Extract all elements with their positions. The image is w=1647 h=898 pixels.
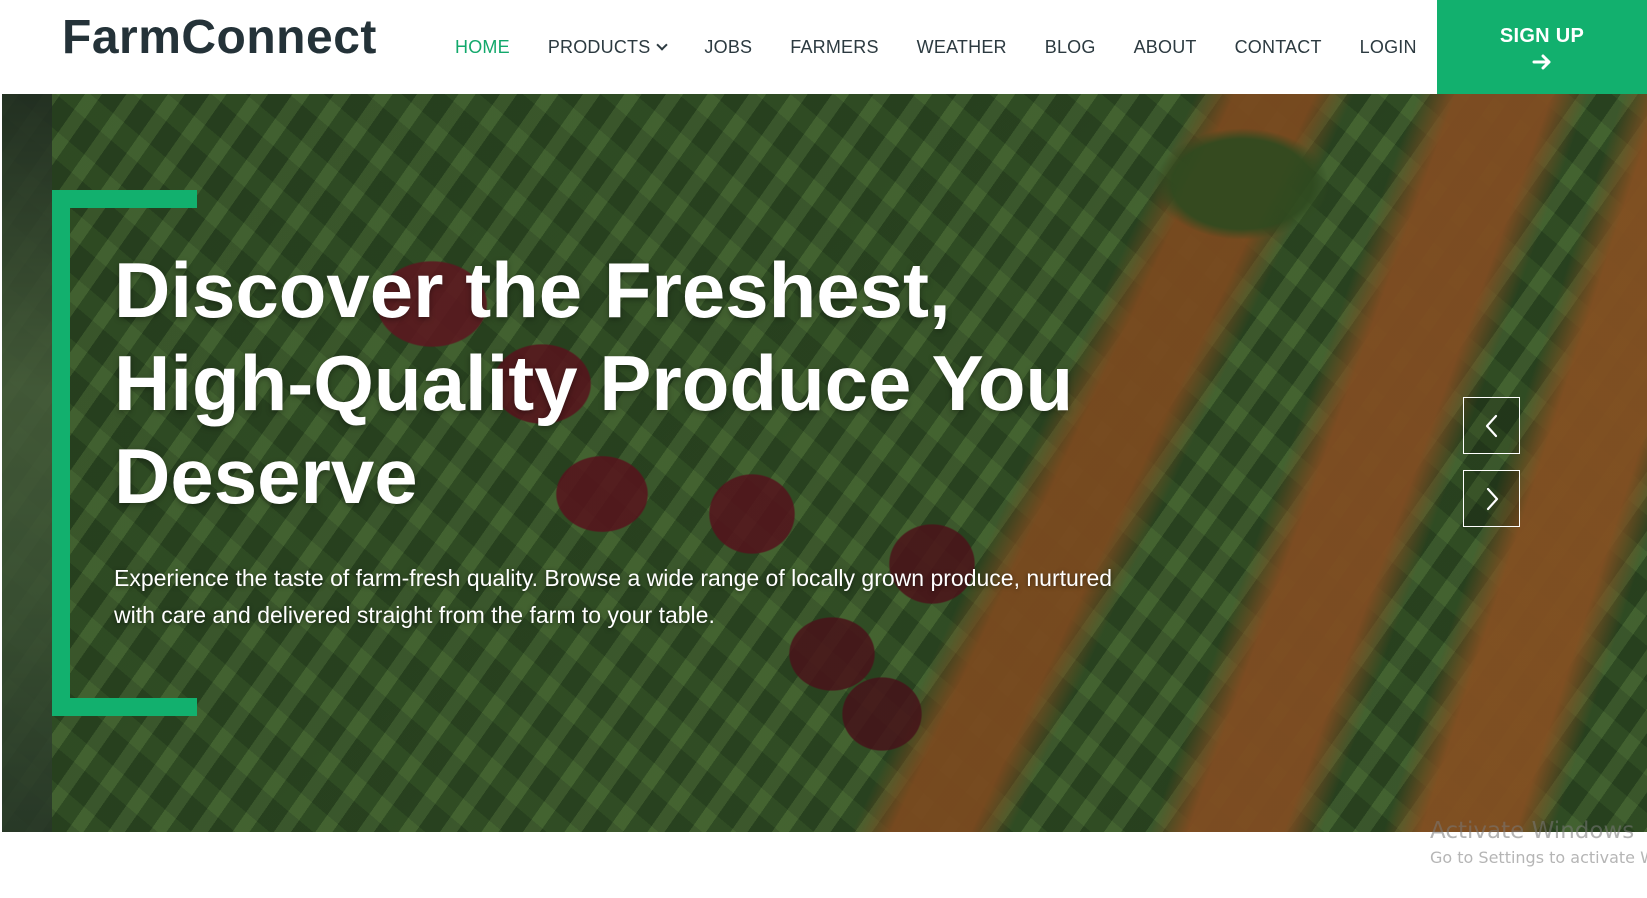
signup-button[interactable]: SIGN UP <box>1437 0 1647 94</box>
arrow-right-icon <box>1532 54 1551 69</box>
nav-farmers[interactable]: FARMERS <box>790 37 878 58</box>
nav-jobs[interactable]: JOBS <box>704 37 752 58</box>
hero-subtitle: Experience the taste of farm-fresh quali… <box>114 565 1113 628</box>
nav-blog[interactable]: BLOG <box>1045 37 1096 58</box>
accent-bracket-bottom <box>52 698 197 716</box>
nav-blog-label: BLOG <box>1044 36 1096 57</box>
nav-contact[interactable]: CONTACT <box>1235 37 1322 58</box>
navbar: FarmConnect HOME PRODUCTS JOBS FARMERS W… <box>0 0 1647 94</box>
carousel-next-button[interactable] <box>1463 470 1520 527</box>
nav-products[interactable]: PRODUCTS <box>547 36 669 58</box>
hero-carousel: Discover the Freshest, High-Quality Prod… <box>2 94 1647 832</box>
watermark-title: Activate Windows <box>1430 818 1635 844</box>
nav-weather[interactable]: WEATHER <box>917 37 1007 58</box>
hero-title: Discover the Freshest, High-Quality Prod… <box>114 244 1164 523</box>
nav-products-label: PRODUCTS <box>547 36 651 57</box>
nav-login[interactable]: LOGIN <box>1360 37 1417 58</box>
nav-weather-label: WEATHER <box>916 36 1007 57</box>
chevron-left-icon <box>1485 414 1497 437</box>
hero-title-line: Discover the Freshest, <box>114 246 951 334</box>
nav-home[interactable]: HOME <box>455 37 510 58</box>
nav-about-label: ABOUT <box>1133 36 1197 57</box>
nav-home-label: HOME <box>455 36 510 57</box>
windows-activation-watermark: Activate Windows Go to Settings to activ… <box>1430 818 1647 867</box>
watermark-subtitle: Go to Settings to activate Windows. <box>1430 848 1647 867</box>
nav-contact-label: CONTACT <box>1234 36 1322 57</box>
nav-farmers-label: FARMERS <box>790 36 879 57</box>
hero-title-line: High-Quality Produce You <box>114 339 1074 427</box>
brand-logo[interactable]: FarmConnect <box>62 10 377 65</box>
nav-login-label: LOGIN <box>1359 36 1417 57</box>
accent-bracket-top <box>52 190 197 208</box>
signup-label: SIGN UP <box>1499 24 1585 47</box>
chevron-right-icon <box>1486 487 1498 510</box>
accent-bracket-left <box>52 190 70 716</box>
nav-about[interactable]: ABOUT <box>1134 37 1197 58</box>
hero-title-line: Deserve <box>114 432 418 520</box>
main-nav: HOME PRODUCTS JOBS FARMERS WEATHER BLOG … <box>455 0 1455 94</box>
carousel-prev-button[interactable] <box>1463 397 1520 454</box>
nav-jobs-label: JOBS <box>704 36 753 57</box>
chevron-down-icon <box>656 38 669 51</box>
